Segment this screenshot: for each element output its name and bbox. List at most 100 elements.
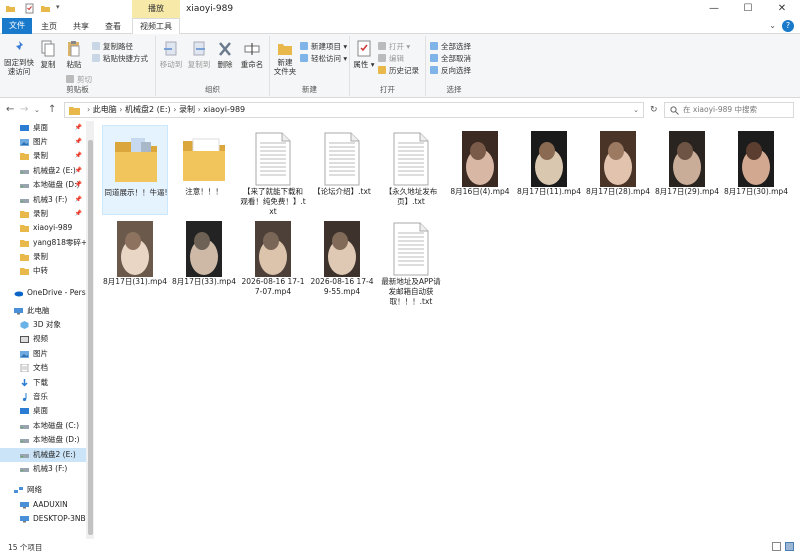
move-to-button[interactable]: 移动到 [158,40,184,69]
maximize-button[interactable]: ☐ [731,0,765,18]
tab-home[interactable]: 主页 [34,19,64,34]
nav-item[interactable]: DESKTOP-3NB [0,512,86,526]
edit-button[interactable]: 编辑 [378,53,404,64]
nav-item[interactable]: AADUXIN [0,498,86,512]
tab-view[interactable]: 查看 [98,19,128,34]
select-none-button[interactable]: 全部取消 [430,53,471,64]
new-folder-button[interactable]: 新建 文件夹 [272,40,298,76]
nav-item[interactable]: 本地磁盘 (D:) [0,433,86,447]
text-file-item[interactable]: 【论坛介绍】.txt [309,125,375,215]
video-file-item[interactable]: 8月17日(28).mp4 [585,125,651,215]
nav-item[interactable]: 图片 📌 [0,135,86,149]
copy-to-button[interactable]: 复制到 [186,40,212,69]
breadcrumb-separator-icon[interactable]: › [171,105,179,114]
video-file-item[interactable]: 8月17日(31).mp4 [102,215,168,305]
paste-shortcut-button[interactable]: 粘贴快捷方式 [92,53,148,64]
text-file-item[interactable]: 【永久地址发布页】.txt [378,125,444,215]
help-icon[interactable]: ? [782,20,794,32]
nav-item[interactable]: yang818零碎+2 [0,236,86,250]
address-input[interactable]: › 此电脑 › 机械盘2 (E:) › 录制 › xiaoyi-989 ⌄ [64,102,644,118]
tab-share[interactable]: 共享 [66,19,96,34]
nav-item[interactable]: 机械盘2 (E:) 📌 [0,164,86,178]
nav-item[interactable]: 机械3 (F:) 📌 [0,193,86,207]
breadcrumb-separator-icon[interactable]: › [117,105,125,114]
nav-item-label: OneDrive - Perso [27,288,86,297]
video-file-item[interactable]: 8月17日(11).mp4 [516,125,582,215]
text-file-item[interactable]: 【来了就能下载和观看！纯免费！】.txt [240,125,306,216]
select-all-button[interactable]: 全部选择 [430,41,471,52]
folder-item[interactable]: 注意！！！ [171,125,237,215]
paste-button[interactable]: 粘贴 [62,40,86,69]
ribbon-collapse-icon[interactable]: ⌄ [769,21,776,30]
nav-item[interactable]: 本地磁盘 (C:) [0,419,86,433]
nav-item-label: 机械3 (F:) [33,464,68,473]
paste-shortcut-icon [92,54,100,62]
nav-item[interactable]: xiaoyi-989 [0,221,86,235]
nav-item[interactable]: 桌面 [0,404,86,418]
nav-item[interactable]: 机械3 (F:) [0,462,86,476]
nav-item[interactable]: 录制 📌 [0,207,86,221]
nav-item-label: 机械3 (F:) [33,195,68,204]
nav-item[interactable]: 此电脑 [0,304,86,318]
video-file-item[interactable]: 8月16日(4).mp4 [447,125,513,215]
video-file-item[interactable]: 2026-08-16 17-49-55.mp4 [309,215,375,305]
easy-access-button[interactable]: 轻松访问 ▾ [300,53,347,64]
nav-item[interactable]: 桌面 📌 [0,121,86,135]
nav-item[interactable]: 3D 对象 [0,318,86,332]
nav-item[interactable]: 视频 [0,332,86,346]
folder-item[interactable]: 同道展示！！牛逼! [102,125,168,215]
video-file-item[interactable]: 2026-08-16 17-17-07.mp4 [240,215,306,305]
search-input[interactable]: 在 xiaoyi-989 中搜索 [664,102,794,118]
details-view-icon[interactable] [772,542,781,551]
group-clipboard-label: 剪贴板 [66,85,89,94]
recent-locations-icon[interactable]: ⌄ [34,103,40,117]
easy-access-label: 轻松访问 [311,54,341,63]
copy-button[interactable]: 复制 [36,40,60,69]
nav-item[interactable]: 图片 [0,347,86,361]
address-dropdown-icon[interactable]: ⌄ [633,103,639,117]
copy-path-button[interactable]: 复制路径 [92,41,133,52]
video-file-item[interactable]: 8月17日(29).mp4 [654,125,720,215]
new-folder-icon[interactable] [40,3,51,14]
nav-item[interactable]: OneDrive - Perso [0,286,86,300]
back-icon[interactable]: ← [6,103,14,117]
nav-item[interactable]: 网络 [0,483,86,497]
invert-selection-button[interactable]: 反向选择 [430,65,471,76]
delete-button[interactable]: 删除 [214,40,236,69]
nav-item[interactable]: 音乐 [0,390,86,404]
breadcrumb-item[interactable]: 录制 [179,105,195,114]
open-button[interactable]: 打开 ▾ [378,41,410,52]
quick-access-dropdown-icon[interactable]: ▾ [56,3,67,14]
video-file-item[interactable]: 8月17日(30).mp4 [723,125,789,215]
nav-item[interactable]: 本地磁盘 (D:) 📌 [0,178,86,192]
tab-video-tools[interactable]: 视频工具 [132,18,180,34]
history-button[interactable]: 历史记录 [378,65,419,76]
breadcrumb-item[interactable]: 机械盘2 (E:) [125,105,171,114]
minimize-button[interactable]: — [697,0,731,18]
tab-file[interactable]: 文件 [2,18,32,34]
breadcrumb-item[interactable]: 此电脑 [93,105,117,114]
pin-quick-access-button[interactable]: 固定到快 速访问 [4,40,34,76]
text-file-item[interactable]: 最新地址及APP请发邮箱自动获取！！！.txt [378,215,444,306]
pin-icon: 📌 [74,124,82,131]
breadcrumb-item[interactable]: xiaoyi-989 [203,105,245,114]
rename-button[interactable]: 重命名 [238,40,266,69]
nav-item[interactable]: 下载 [0,376,86,390]
forward-icon[interactable]: → [20,103,28,117]
nav-item[interactable]: 录制 [0,250,86,264]
large-icons-view-icon[interactable] [785,542,794,551]
properties-button[interactable]: 属性 ▾ [352,40,376,69]
video-file-item[interactable]: 8月17日(33).mp4 [171,215,237,305]
nav-item[interactable]: 文档 [0,361,86,375]
nav-item[interactable]: 机械盘2 (E:) [0,448,86,462]
up-icon[interactable]: ↑ [48,103,56,117]
new-item-button[interactable]: 新建项目 ▾ [300,41,347,52]
properties-icon[interactable] [24,3,35,14]
easy-access-icon [300,54,308,62]
nav-item[interactable]: 录制 📌 [0,149,86,163]
video-frame-icon [186,221,222,277]
refresh-icon[interactable]: ↻ [650,103,658,117]
close-button[interactable]: ✕ [765,0,799,18]
nav-scrollbar-thumb[interactable] [88,140,93,535]
nav-item[interactable]: 中转 [0,264,86,278]
